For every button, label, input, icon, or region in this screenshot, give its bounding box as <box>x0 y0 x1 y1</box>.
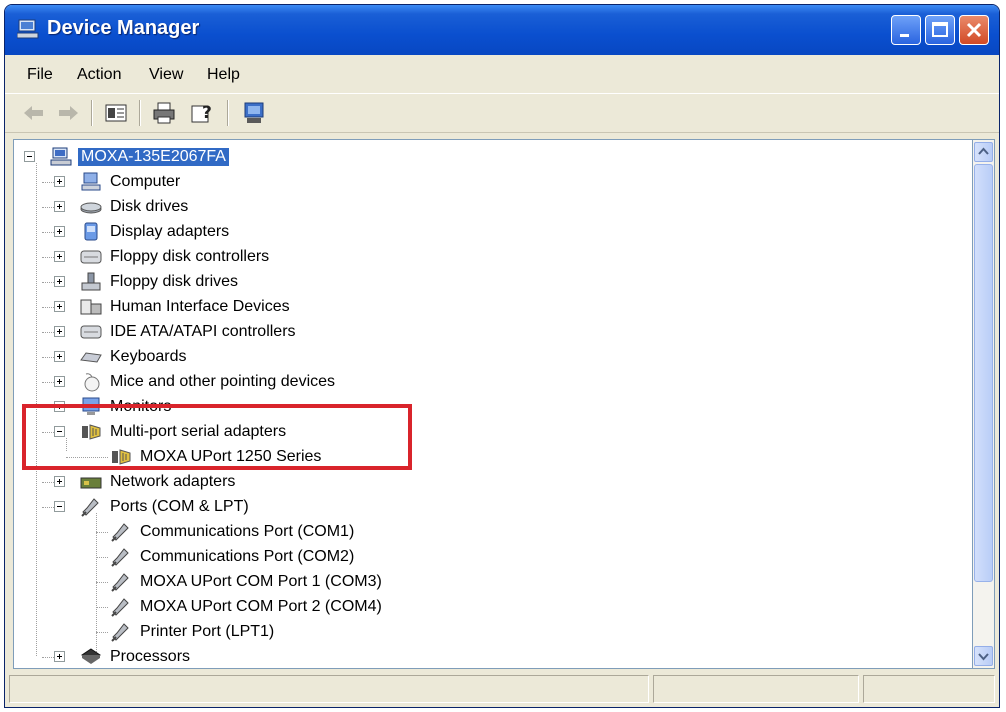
hid-icon <box>80 299 102 315</box>
floppy-drive-icon <box>81 272 101 291</box>
port-icon <box>111 548 129 567</box>
tree-line <box>96 607 108 608</box>
chevron-down-icon <box>978 653 989 661</box>
tree-item-label: Display adapters <box>110 223 230 240</box>
maximize-icon <box>932 22 948 37</box>
processor-icon <box>81 648 101 664</box>
status-bar <box>5 671 999 707</box>
tree-item-label: Floppy disk drives <box>110 273 239 290</box>
ide-controller-icon <box>80 325 102 339</box>
computer-icon <box>17 19 39 39</box>
tree-item-label: Floppy disk controllers <box>110 248 270 265</box>
toolbar-separator <box>139 100 141 126</box>
help-icon[interactable]: ? <box>189 100 215 126</box>
chevron-up-icon <box>978 147 989 155</box>
highlight-annotation <box>22 404 412 470</box>
network-adapter-icon <box>80 477 102 489</box>
back-icon[interactable] <box>21 100 47 126</box>
tree-item-label: Mice and other pointing devices <box>110 373 336 390</box>
forward-icon[interactable] <box>55 100 81 126</box>
expand-icon[interactable] <box>54 251 65 262</box>
tree-line <box>96 632 108 633</box>
scan-hardware-icon[interactable] <box>241 100 267 126</box>
collapse-icon[interactable] <box>24 151 35 162</box>
svg-text:?: ? <box>202 103 212 123</box>
minimize-button[interactable] <box>891 15 921 45</box>
port-icon <box>81 498 99 517</box>
computer-icon <box>50 147 72 166</box>
print-icon[interactable] <box>151 100 177 126</box>
floppy-controller-icon <box>80 250 102 264</box>
tree-item-label: Network adapters <box>110 473 236 490</box>
tree-item-label: Processors <box>110 648 191 665</box>
mouse-icon <box>84 373 100 392</box>
properties-view-icon[interactable] <box>103 100 129 126</box>
expand-icon[interactable] <box>54 326 65 337</box>
computer-icon <box>81 172 101 191</box>
menu-help[interactable]: Help <box>207 66 240 84</box>
device-manager-window: Device Manager File Action View Help ? M… <box>4 4 1000 708</box>
tree-line <box>96 557 108 558</box>
scroll-down-button[interactable] <box>974 646 993 666</box>
menu-action[interactable]: Action <box>77 66 121 84</box>
window-title: Device Manager <box>47 17 200 39</box>
expand-icon[interactable] <box>54 476 65 487</box>
expand-icon[interactable] <box>54 226 65 237</box>
tree-item-label: Disk drives <box>110 198 189 215</box>
tree-line <box>96 532 108 533</box>
scroll-up-button[interactable] <box>974 142 993 162</box>
disk-drive-icon <box>80 202 102 214</box>
tree-item-label: Printer Port (LPT1) <box>140 623 275 640</box>
menu-view[interactable]: View <box>149 66 183 84</box>
display-adapter-icon <box>84 222 98 241</box>
status-cell <box>863 675 995 703</box>
tree-item-label: Communications Port (COM1) <box>140 523 355 540</box>
toolbar-separator <box>227 100 229 126</box>
tree-item-label: Human Interface Devices <box>110 298 290 315</box>
port-icon <box>111 523 129 542</box>
expand-icon[interactable] <box>54 301 65 312</box>
keyboard-icon <box>80 352 102 363</box>
tree-item-label: Computer <box>110 173 181 190</box>
tree-item-label: MOXA UPort COM Port 1 (COM3) <box>140 573 382 590</box>
expand-icon[interactable] <box>54 201 65 212</box>
minimize-icon <box>900 34 909 37</box>
menu-bar: File Action View Help <box>5 57 999 93</box>
expand-icon[interactable] <box>54 276 65 287</box>
status-cell <box>653 675 859 703</box>
collapse-icon[interactable] <box>54 501 65 512</box>
port-icon <box>111 598 129 617</box>
title-bar[interactable]: Device Manager <box>5 5 999 55</box>
close-icon <box>966 22 982 38</box>
tree-root-label: MOXA-135E2067FA <box>78 148 229 166</box>
toolbar-separator <box>91 100 93 126</box>
tree-item-label: Keyboards <box>110 348 187 365</box>
scroll-thumb[interactable] <box>974 164 993 582</box>
expand-icon[interactable] <box>54 351 65 362</box>
expand-icon[interactable] <box>54 376 65 387</box>
port-icon <box>111 623 129 642</box>
port-icon <box>111 573 129 592</box>
close-button[interactable] <box>959 15 989 45</box>
tree-item-label: MOXA UPort COM Port 2 (COM4) <box>140 598 382 615</box>
expand-icon[interactable] <box>54 651 65 662</box>
status-cell <box>9 675 649 703</box>
vertical-scrollbar[interactable] <box>973 139 995 669</box>
tree-item-label: Ports (COM & LPT) <box>110 498 249 515</box>
tree-line <box>96 582 108 583</box>
toolbar: ? <box>5 93 999 133</box>
menu-file[interactable]: File <box>27 66 53 84</box>
maximize-button[interactable] <box>925 15 955 45</box>
expand-icon[interactable] <box>54 176 65 187</box>
tree-item-label: Communications Port (COM2) <box>140 548 355 565</box>
tree-item-label: IDE ATA/ATAPI controllers <box>110 323 296 340</box>
